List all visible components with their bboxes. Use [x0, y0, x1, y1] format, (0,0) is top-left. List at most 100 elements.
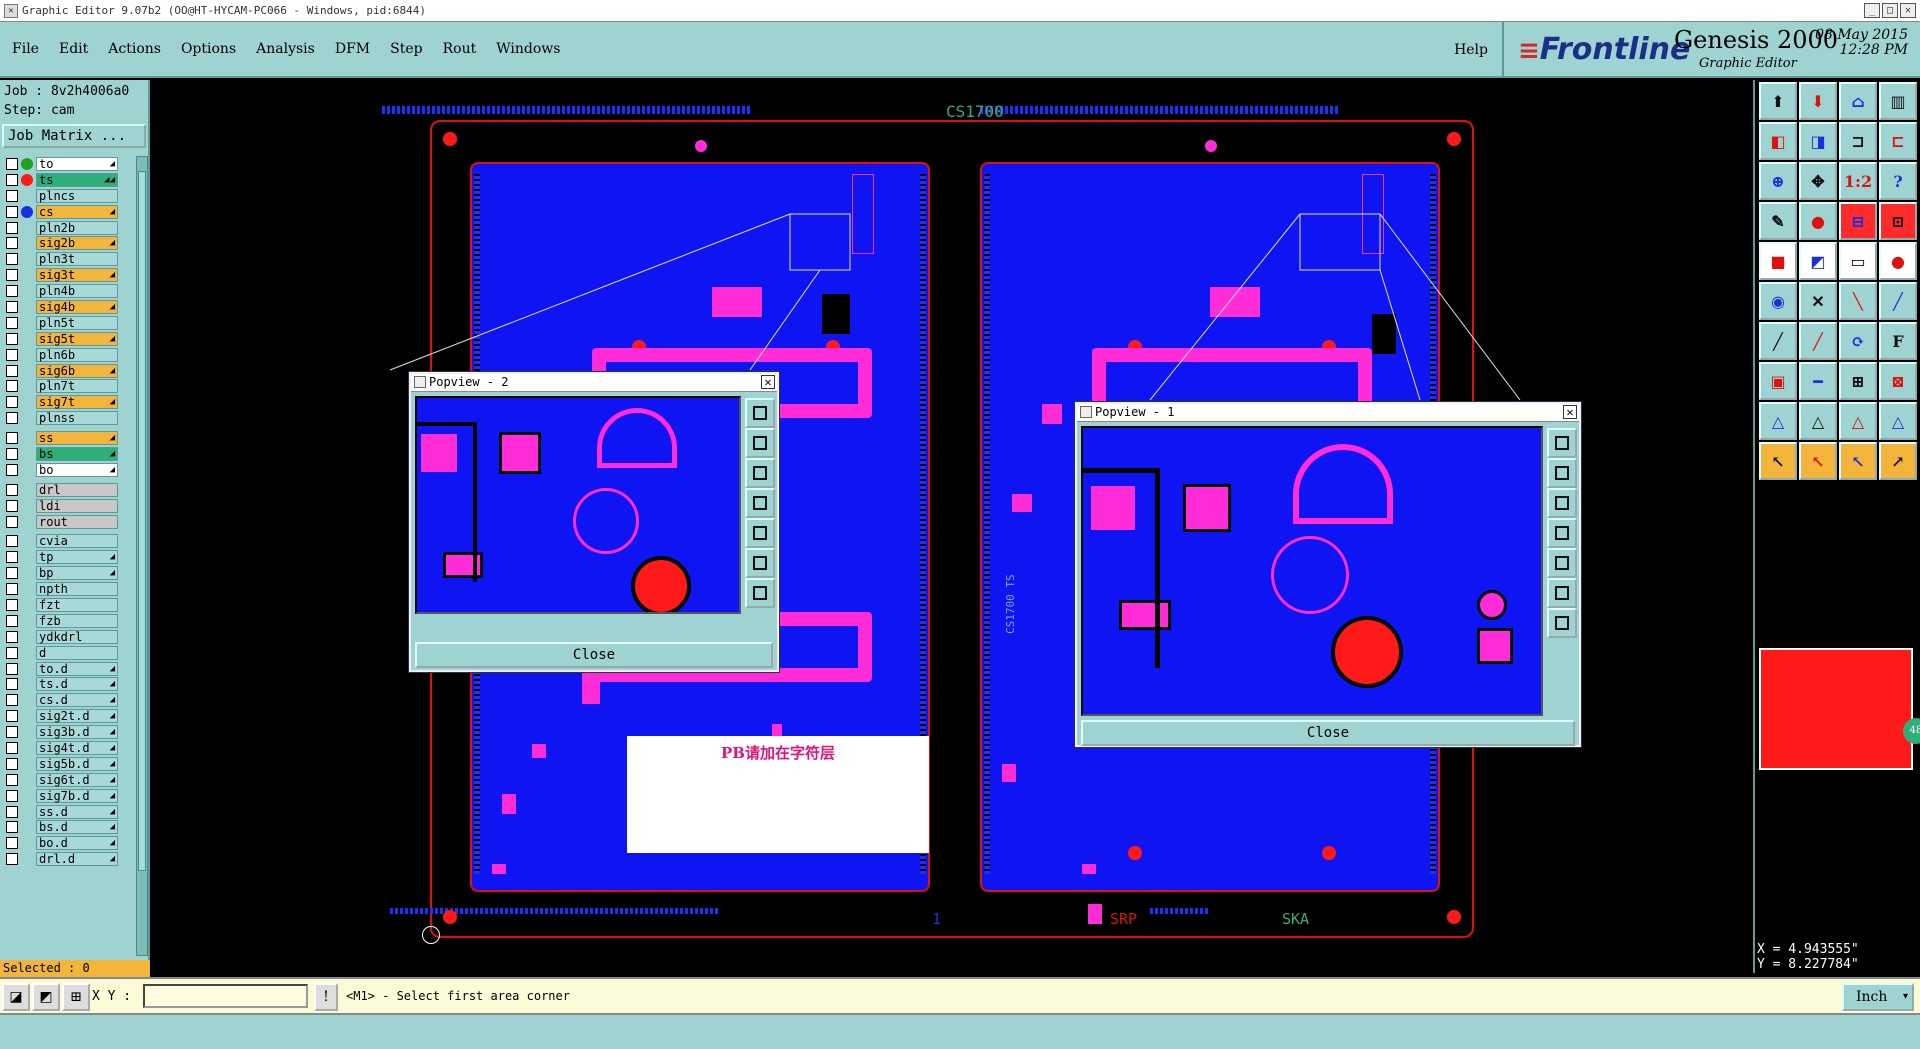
layer-checkbox[interactable] [6, 837, 18, 850]
layer-row-sig6t.d[interactable]: sig6t.d ◢ [0, 772, 136, 788]
popview-2-tool-6[interactable] [745, 548, 775, 578]
layer-row-pln6b[interactable]: pln6b [0, 347, 136, 363]
menu-windows[interactable]: Windows [486, 41, 570, 57]
popview-2-tool-5[interactable] [745, 518, 775, 548]
layer-checkbox[interactable] [6, 630, 18, 643]
layer-name[interactable]: bp ◢ [36, 566, 118, 581]
layer-name[interactable]: sig6b ◢ [36, 363, 118, 378]
tool-button-30[interactable]: ━ [1799, 362, 1837, 400]
layer-name[interactable]: sig3b.d ◢ [36, 725, 118, 740]
layer-row-drl[interactable]: drl [0, 482, 136, 498]
tool-button-40[interactable]: ↗ [1879, 442, 1917, 480]
tool-button-5[interactable]: ◧ [1759, 122, 1797, 160]
layer-checkbox[interactable] [6, 742, 18, 754]
layer-checkbox[interactable] [6, 221, 18, 234]
layer-name[interactable]: ss ◢ [36, 431, 118, 446]
layer-name[interactable]: cvia [36, 534, 118, 549]
popview-1-view[interactable] [1081, 426, 1543, 716]
layer-name[interactable]: sig2t.d ◢ [36, 709, 118, 724]
layer-name[interactable]: pln4b [36, 284, 118, 299]
unit-selector[interactable]: Inch ▾ [1842, 983, 1914, 1011]
layer-name[interactable]: pln7t [36, 379, 118, 394]
popview-1-titlebar[interactable]: Popview - 1 ✕ [1077, 404, 1579, 422]
layer-name[interactable]: sig4b ◢ [36, 299, 118, 314]
layer-row-ss.d[interactable]: ss.d ◢ [0, 804, 136, 820]
layer-row-cs[interactable]: cs ◢ [0, 204, 136, 220]
tool-button-26[interactable]: ╱ [1799, 322, 1837, 360]
tool-button-29[interactable]: ▣ [1759, 362, 1797, 400]
layer-checkbox[interactable] [6, 348, 18, 361]
tool-button-34[interactable]: △ [1799, 402, 1837, 440]
layer-name[interactable]: bs.d ◢ [36, 820, 118, 835]
layer-name[interactable]: tp ◢ [36, 550, 118, 565]
layer-name[interactable]: plncs [36, 188, 118, 203]
layer-row-sig5t[interactable]: sig5t ◢ [0, 331, 136, 347]
tool-button-3[interactable]: ⌂ [1839, 82, 1877, 120]
layer-checkbox[interactable] [6, 396, 18, 409]
measure-icon[interactable]: ◩ [32, 983, 60, 1011]
layer-name[interactable]: fzb [36, 613, 118, 628]
layer-checkbox[interactable] [6, 662, 18, 675]
info-icon[interactable]: ! [314, 983, 338, 1011]
layer-name[interactable]: rout [36, 514, 118, 529]
layer-name[interactable]: to.d ◢ [36, 661, 118, 676]
layer-checkbox[interactable] [6, 789, 18, 802]
layer-name[interactable]: ldi [36, 498, 118, 513]
layer-row-npth[interactable]: npth [0, 581, 136, 597]
layer-name[interactable]: ts.d ◢ [36, 677, 118, 692]
layer-row-bo[interactable]: bo ◢ [0, 462, 136, 478]
menu-file[interactable]: File [2, 41, 49, 57]
layer-name[interactable]: pln2b [36, 220, 118, 235]
minimize-button[interactable]: _ [1864, 3, 1880, 18]
popview-2-tool-2[interactable] [745, 428, 775, 458]
layer-checkbox[interactable] [6, 412, 18, 425]
layer-name[interactable]: fzt [36, 597, 118, 612]
layer-row-pln5t[interactable]: pln5t [0, 315, 136, 331]
layer-name[interactable]: sig7b.d ◢ [36, 788, 118, 803]
layer-checkbox[interactable] [6, 269, 18, 282]
layer-name[interactable]: sig5t ◢ [36, 331, 118, 346]
layer-checkbox[interactable] [6, 463, 18, 476]
layer-row-ss[interactable]: ss ◢ [0, 430, 136, 446]
layer-row-drl.d[interactable]: drl.d ◢ [0, 851, 136, 867]
tool-button-11[interactable]: 1:2 [1839, 162, 1877, 200]
layer-row-sig5b.d[interactable]: sig5b.d ◢ [0, 756, 136, 772]
tool-button-28[interactable]: F [1879, 322, 1917, 360]
popview-2-close-button[interactable]: Close [415, 642, 773, 668]
layer-row-pln3t[interactable]: pln3t [0, 251, 136, 267]
layer-row-sig7b.d[interactable]: sig7b.d ◢ [0, 788, 136, 804]
layer-row-ts[interactable]: ts ◢◢ [0, 172, 136, 188]
tool-button-23[interactable]: ╲ [1839, 282, 1877, 320]
layer-row-pln2b[interactable]: pln2b [0, 220, 136, 236]
tool-button-35[interactable]: △ [1839, 402, 1877, 440]
layer-checkbox[interactable] [6, 757, 18, 770]
layer-checkbox[interactable] [6, 173, 18, 186]
popview-2-close-icon[interactable]: ✕ [761, 375, 775, 389]
tool-button-2[interactable]: ⬇ [1799, 82, 1837, 120]
layer-checkbox[interactable] [6, 853, 18, 866]
layer-row-fzb[interactable]: fzb [0, 613, 136, 629]
layer-checkbox[interactable] [6, 551, 18, 564]
layer-row-sig7t[interactable]: sig7t ◢ [0, 394, 136, 410]
menu-step[interactable]: Step [380, 41, 432, 57]
layer-row-bo.d[interactable]: bo.d ◢ [0, 835, 136, 851]
tool-button-12[interactable]: ? [1879, 162, 1917, 200]
layer-name[interactable]: cs ◢ [36, 204, 118, 219]
xy-input[interactable] [143, 984, 308, 1008]
layer-row-ydkdrl[interactable]: ydkdrl [0, 629, 136, 645]
tool-button-24[interactable]: ╱ [1879, 282, 1917, 320]
layer-row-fzt[interactable]: fzt [0, 597, 136, 613]
layer-name[interactable]: sig6t.d ◢ [36, 772, 118, 787]
layer-checkbox[interactable] [6, 821, 18, 834]
snap-icon[interactable]: ◪ [2, 983, 30, 1011]
layer-row-bs.d[interactable]: bs.d ◢ [0, 820, 136, 836]
tool-button-13[interactable]: ✎ [1759, 202, 1797, 240]
layer-row-sig3b.d[interactable]: sig3b.d ◢ [0, 724, 136, 740]
layer-name[interactable]: sig4t.d ◢ [36, 741, 118, 755]
tool-button-16[interactable]: ⊡ [1879, 202, 1917, 240]
tool-button-38[interactable]: ↖ [1799, 442, 1837, 480]
layer-name[interactable]: drl.d ◢ [36, 852, 118, 867]
layer-checkbox[interactable] [6, 535, 18, 548]
layer-checkbox[interactable] [6, 694, 18, 707]
layer-name[interactable]: sig2b ◢ [36, 236, 118, 251]
